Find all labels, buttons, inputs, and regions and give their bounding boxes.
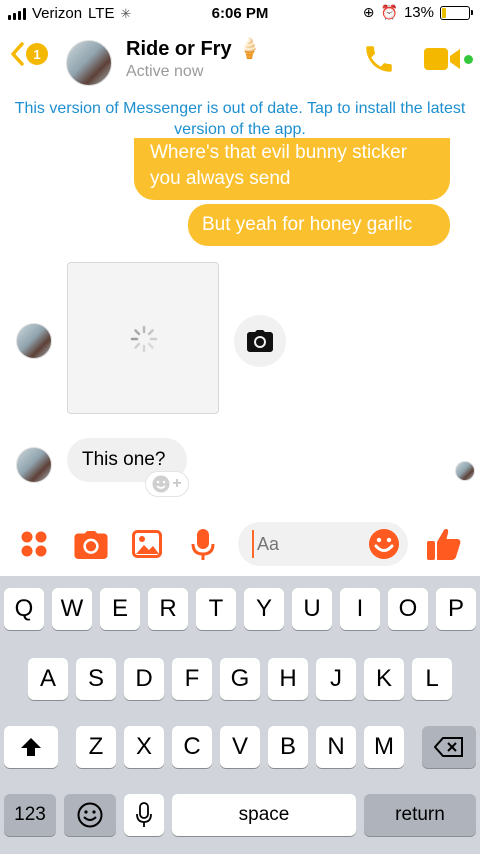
sender-avatar bbox=[16, 323, 52, 359]
camera-icon bbox=[247, 330, 273, 352]
space-key[interactable]: space bbox=[172, 794, 356, 836]
emoji-button[interactable] bbox=[368, 528, 400, 565]
status-bar: Verizon LTE ✳ 6:06 PM ⊕ ⏰ 13% bbox=[0, 0, 480, 28]
key-m[interactable]: M bbox=[364, 726, 404, 768]
key-c[interactable]: C bbox=[172, 726, 212, 768]
message-composer bbox=[0, 516, 480, 576]
contact-name[interactable]: Ride or Fry 🍦 bbox=[126, 36, 262, 61]
back-button[interactable]: 1 bbox=[10, 42, 48, 66]
key-d[interactable]: D bbox=[124, 658, 164, 700]
key-e[interactable]: E bbox=[100, 588, 140, 630]
camera-icon bbox=[74, 531, 108, 559]
key-r[interactable]: R bbox=[148, 588, 188, 630]
emoji-icon bbox=[369, 529, 399, 559]
key-v[interactable]: V bbox=[220, 726, 260, 768]
status-right: ⊕ ⏰ 13% bbox=[362, 4, 473, 21]
shift-key[interactable] bbox=[4, 726, 58, 768]
seen-receipt-avatar bbox=[455, 461, 475, 481]
backspace-icon bbox=[434, 737, 463, 757]
battery-icon bbox=[440, 5, 473, 20]
key-w[interactable]: W bbox=[52, 588, 92, 630]
key-b[interactable]: B bbox=[268, 726, 308, 768]
return-key[interactable]: return bbox=[364, 794, 476, 836]
key-o[interactable]: O bbox=[388, 588, 428, 630]
chat-header: 1 Ride or Fry 🍦 Active now bbox=[0, 28, 480, 92]
message-bubble-outgoing[interactable]: Where's that evil bunny sticker you alwa… bbox=[134, 138, 450, 200]
video-call-button[interactable] bbox=[424, 46, 462, 77]
key-s[interactable]: S bbox=[76, 658, 116, 700]
emoji-keyboard-icon bbox=[77, 802, 103, 828]
key-g[interactable]: G bbox=[220, 658, 260, 700]
key-f[interactable]: F bbox=[172, 658, 212, 700]
alarm-icon: ⏰ bbox=[380, 4, 398, 20]
gallery-button[interactable] bbox=[132, 530, 162, 563]
orientation-lock-icon: ⊕ bbox=[362, 4, 375, 20]
message-bubble-outgoing[interactable]: But yeah for honey garlic bbox=[188, 204, 450, 246]
camera-reply-button[interactable] bbox=[234, 315, 286, 367]
message-input-container bbox=[238, 522, 408, 566]
dictation-key[interactable] bbox=[124, 794, 164, 836]
microphone-icon bbox=[191, 529, 215, 560]
backspace-key[interactable] bbox=[422, 726, 476, 768]
dictation-icon bbox=[136, 802, 152, 827]
sender-avatar bbox=[16, 447, 52, 483]
emoji-keyboard-key[interactable] bbox=[64, 794, 116, 836]
key-z[interactable]: Z bbox=[76, 726, 116, 768]
contact-avatar[interactable] bbox=[66, 40, 112, 86]
online-indicator bbox=[464, 55, 473, 64]
chevron-left-icon bbox=[11, 42, 24, 66]
key-t[interactable]: T bbox=[196, 588, 236, 630]
voice-record-button[interactable] bbox=[191, 529, 215, 566]
loading-spinner-icon bbox=[130, 325, 158, 353]
unread-badge: 1 bbox=[26, 43, 48, 65]
image-icon bbox=[132, 530, 162, 558]
battery-percent: 13% bbox=[403, 4, 434, 21]
photo-attachment-loading[interactable] bbox=[67, 262, 219, 414]
four-dots-icon bbox=[21, 531, 47, 557]
voice-call-button[interactable] bbox=[362, 42, 396, 81]
key-i[interactable]: I bbox=[340, 588, 380, 630]
key-k[interactable]: K bbox=[364, 658, 404, 700]
phone-icon bbox=[366, 46, 392, 72]
thumbs-up-icon bbox=[427, 529, 461, 560]
video-camera-icon bbox=[424, 48, 460, 70]
key-n[interactable]: N bbox=[316, 726, 356, 768]
smiley-icon bbox=[152, 475, 170, 493]
update-banner[interactable]: This version of Messenger is out of date… bbox=[0, 98, 480, 140]
key-j[interactable]: J bbox=[316, 658, 356, 700]
key-l[interactable]: L bbox=[412, 658, 452, 700]
key-q[interactable]: Q bbox=[4, 588, 44, 630]
on-screen-keyboard: Q W E R T Y U I O P A S D F G H J K L Z X C V B N M 123 space return bbox=[0, 576, 480, 854]
plus-icon: + bbox=[172, 475, 182, 492]
key-x[interactable]: X bbox=[124, 726, 164, 768]
key-y[interactable]: Y bbox=[244, 588, 284, 630]
shift-icon bbox=[21, 738, 41, 756]
key-u[interactable]: U bbox=[292, 588, 332, 630]
numbers-key[interactable]: 123 bbox=[4, 794, 56, 836]
key-a[interactable]: A bbox=[28, 658, 68, 700]
message-input[interactable] bbox=[252, 530, 362, 558]
add-reaction-button[interactable]: + bbox=[145, 471, 189, 497]
camera-button[interactable] bbox=[74, 531, 108, 564]
more-options-button[interactable] bbox=[20, 530, 48, 563]
key-p[interactable]: P bbox=[436, 588, 476, 630]
like-button[interactable] bbox=[426, 526, 462, 567]
key-h[interactable]: H bbox=[268, 658, 308, 700]
active-status: Active now bbox=[126, 63, 204, 80]
